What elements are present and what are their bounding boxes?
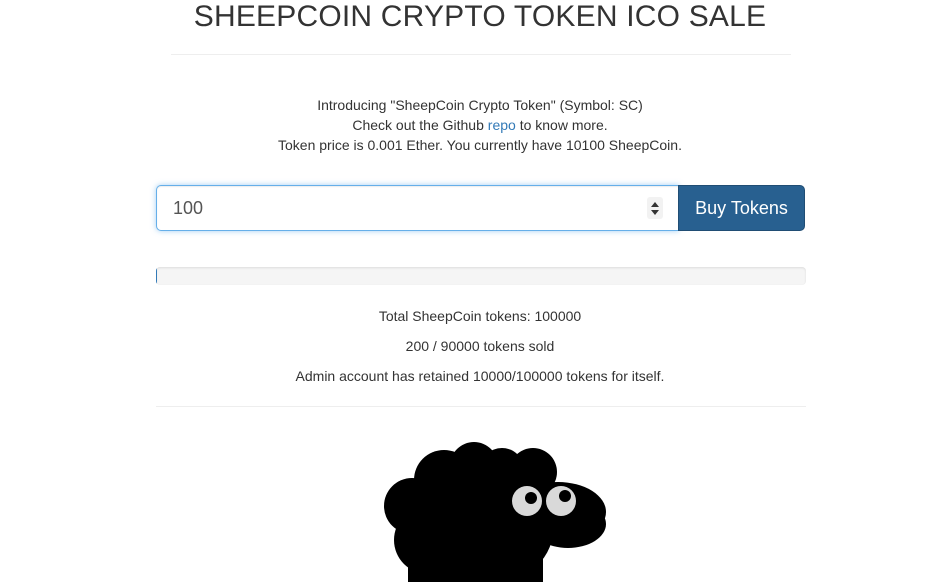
intro-line-3: Token price is 0.001 Ether. You currentl… — [278, 137, 682, 153]
total-tokens-text: Total SheepCoin tokens: 100000 — [378, 308, 582, 324]
buy-form: 100 Buy Tokens — [156, 185, 805, 231]
section-divider — [156, 406, 806, 407]
intro-section: Introducing "SheepCoin Crypto Token" (Sy… — [0, 95, 950, 155]
title-divider — [171, 54, 791, 55]
sale-progress-bar — [156, 267, 806, 285]
admin-retained-text: Admin account has retained 10000/100000 … — [295, 368, 665, 384]
token-stats: Total SheepCoin tokens: 100000 200 / 900… — [0, 306, 950, 396]
buy-tokens-button[interactable]: Buy Tokens — [678, 185, 805, 231]
sale-progress-fill — [156, 267, 158, 285]
page-title: SHEEPCOIN CRYPTO TOKEN ICO SALE — [193, 0, 767, 33]
number-spinner-icon[interactable] — [647, 197, 663, 219]
intro-line-1: Introducing "SheepCoin Crypto Token" (Sy… — [317, 97, 643, 113]
spinner-down-icon[interactable] — [651, 210, 659, 215]
token-quantity-value: 100 — [173, 198, 204, 218]
intro-text-before: Check out the Github — [352, 117, 488, 133]
intro-text-after: to know more. — [515, 117, 608, 133]
token-quantity-input[interactable]: 100 — [156, 185, 679, 231]
github-repo-link[interactable]: repo — [488, 117, 516, 133]
tokens-sold-text: 200 / 90000 tokens sold — [405, 338, 555, 354]
spinner-up-icon[interactable] — [651, 202, 659, 207]
intro-line-2: Check out the Github repo to know more. — [0, 115, 950, 135]
sheep-mascot-icon — [378, 440, 618, 587]
